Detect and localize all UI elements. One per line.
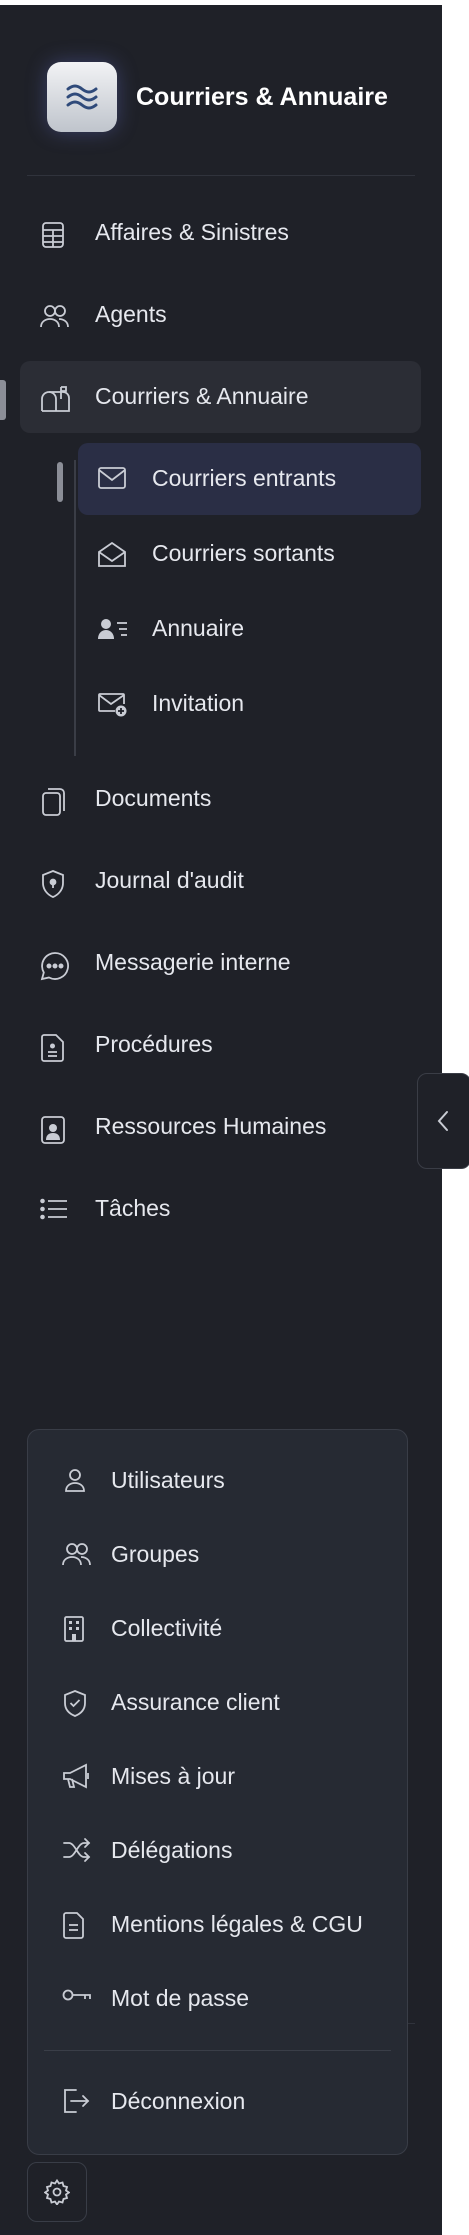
menu-label: Mises à jour <box>111 1763 235 1789</box>
users-icon <box>40 303 69 329</box>
menu-item-groupes[interactable]: Groupes <box>28 1523 407 1585</box>
header-divider <box>27 175 415 176</box>
building-icon <box>62 1615 88 1642</box>
mailbox-icon <box>40 385 70 412</box>
sub-label: Invitation <box>152 690 245 716</box>
sub-item-courriers-sortants[interactable]: Courriers sortants <box>78 518 421 590</box>
logout-icon <box>62 2088 90 2114</box>
nav-label: Tâches <box>95 1195 171 1221</box>
document-icon <box>62 1911 88 1939</box>
active-indicator <box>0 380 6 420</box>
nav-label: Courriers & Annuaire <box>95 383 309 409</box>
menu-item-mentions-legales[interactable]: Mentions légales & CGU <box>28 1893 407 1955</box>
menu-label: Assurance client <box>111 1689 280 1715</box>
key-icon <box>62 1985 91 2011</box>
menu-label: Mentions légales & CGU <box>111 1911 363 1937</box>
menu-label: Collectivité <box>111 1615 223 1641</box>
settings-button[interactable] <box>27 2162 87 2222</box>
user-icon <box>62 1467 88 1493</box>
envelope-plus-icon <box>98 692 127 718</box>
menu-label: Groupes <box>111 1541 200 1567</box>
menu-item-deconnexion[interactable]: Déconnexion <box>28 2070 407 2132</box>
menu-label: Utilisateurs <box>111 1467 225 1493</box>
sub-item-courriers-entrants[interactable]: Courriers entrants <box>78 443 421 515</box>
chat-bubble-icon <box>40 951 69 981</box>
nav-item-documents[interactable]: Documents <box>20 763 421 835</box>
nav-label: Journal d'audit <box>95 867 244 893</box>
nav-label: Ressources Humaines <box>95 1113 327 1139</box>
document-list-icon <box>40 1033 66 1062</box>
envelope-open-icon <box>98 542 126 568</box>
nav-label: Messagerie interne <box>95 949 291 975</box>
user-menu-popup: Utilisateurs Groupes Collectivité Assura… <box>27 1429 408 2155</box>
megaphone-icon <box>62 1763 89 1789</box>
app-logo[interactable] <box>47 62 117 132</box>
list-icon <box>40 1197 67 1223</box>
menu-divider <box>44 2050 391 2051</box>
nav-item-journal-audit[interactable]: Journal d'audit <box>20 845 421 917</box>
nav-label: Affaires & Sinistres <box>95 219 289 245</box>
chevron-left-icon <box>437 1111 448 1131</box>
menu-item-delegations[interactable]: Délégations <box>28 1819 407 1881</box>
nav-item-courriers-annuaire[interactable]: Courriers & Annuaire <box>20 361 421 433</box>
nav-item-affaires-sinistres[interactable]: Affaires & Sinistres <box>20 197 421 269</box>
sub-label: Annuaire <box>152 615 245 641</box>
nav-label: Documents <box>95 785 212 811</box>
sub-label: Courriers sortants <box>152 540 335 566</box>
collapse-sidebar-button[interactable] <box>417 1073 469 1169</box>
menu-item-mot-de-passe[interactable]: Mot de passe <box>28 1967 407 2029</box>
users-icon <box>62 1541 91 1567</box>
id-badge-icon <box>40 1115 66 1144</box>
menu-item-assurance-client[interactable]: Assurance client <box>28 1671 407 1733</box>
nav-label: Procédures <box>95 1031 213 1057</box>
nav-item-taches[interactable]: Tâches <box>20 1173 421 1245</box>
calculator-icon <box>40 221 66 248</box>
menu-label: Déconnexion <box>111 2088 246 2114</box>
sidebar: Courriers & Annuaire Affaires & Sinistre… <box>0 5 442 2235</box>
waves-logo-icon <box>66 84 98 110</box>
gear-icon <box>44 2179 70 2205</box>
shield-lock-icon <box>40 869 66 898</box>
menu-item-mises-a-jour[interactable]: Mises à jour <box>28 1745 407 1807</box>
nav-item-agents[interactable]: Agents <box>20 279 421 351</box>
menu-item-utilisateurs[interactable]: Utilisateurs <box>28 1449 407 1511</box>
sub-label: Courriers entrants <box>152 465 337 491</box>
submenu-tree-line <box>74 460 76 756</box>
menu-item-collectivite[interactable]: Collectivité <box>28 1597 407 1659</box>
nav-label: Agents <box>95 301 167 327</box>
documents-icon <box>40 787 66 816</box>
sub-active-indicator <box>57 462 63 502</box>
nav-item-procedures[interactable]: Procédures <box>20 1009 421 1081</box>
shuffle-icon <box>62 1837 91 1863</box>
contact-list-icon <box>98 617 127 643</box>
sub-item-invitation[interactable]: Invitation <box>78 668 421 740</box>
shield-check-icon <box>62 1689 88 1717</box>
envelope-icon <box>98 467 126 493</box>
app-title: Courriers & Annuaire <box>136 83 388 111</box>
nav-item-ressources-humaines[interactable]: Ressources Humaines <box>20 1091 421 1163</box>
menu-label: Mot de passe <box>111 1985 250 2011</box>
nav-item-messagerie-interne[interactable]: Messagerie interne <box>20 927 421 999</box>
sub-item-annuaire[interactable]: Annuaire <box>78 593 421 665</box>
menu-label: Délégations <box>111 1837 233 1863</box>
